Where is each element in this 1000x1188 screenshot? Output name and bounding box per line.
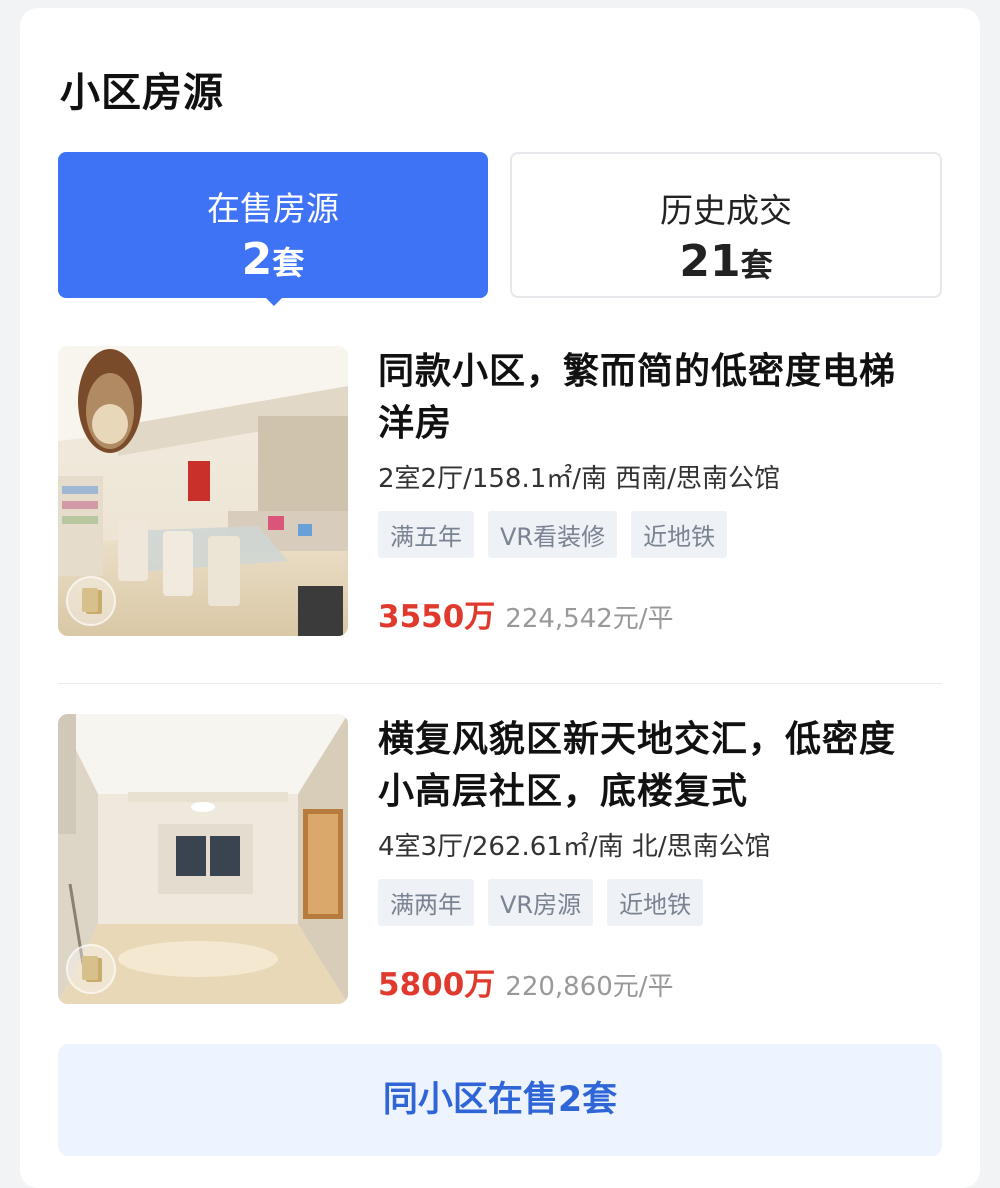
listing-tags: 满五年 VR看装修 近地铁 — [378, 511, 942, 558]
listing-tag: 近地铁 — [631, 511, 728, 558]
vr-badge-icon — [66, 944, 116, 994]
listing-price: 5800万 220,860元/平 — [378, 959, 674, 1004]
listing-photo[interactable] — [58, 346, 348, 636]
listing-info: 横复风貌区新天地交汇，低密度 小高层社区，底楼复式 4室3厅/262.61㎡/南… — [378, 714, 942, 1004]
vr-badge-icon — [66, 576, 116, 626]
divider — [58, 683, 942, 684]
listing-meta: 2室2厅/158.1㎡/南 西南/思南公馆 — [378, 464, 781, 494]
tab-count-number: 21 — [679, 236, 741, 287]
unit-price: 220,860元/平 — [505, 972, 674, 1002]
section-title: 小区房源 — [60, 70, 224, 116]
listing-item[interactable]: 同款小区，繁而简的低密度电梯 洋房 2室2厅/158.1㎡/南 西南/思南公馆 … — [58, 346, 942, 638]
listing-photo[interactable] — [58, 714, 348, 1004]
tab-count-unit: 套 — [740, 246, 773, 284]
listing-tag: VR房源 — [488, 879, 594, 926]
total-price: 5800万 — [378, 967, 496, 1003]
total-price: 3550万 — [378, 599, 496, 635]
tab-on-sale[interactable]: 在售房源 2套 — [58, 152, 488, 298]
listing-tag: 满两年 — [378, 879, 474, 926]
listing-tags: 满两年 VR房源 近地铁 — [378, 879, 942, 926]
tab-count-number: 2 — [241, 234, 273, 285]
tab-count: 21套 — [512, 236, 940, 287]
listing-title: 同款小区，繁而简的低密度电梯 洋房 — [378, 346, 942, 450]
tab-label: 在售房源 — [207, 189, 339, 228]
listing-title-line: 同款小区，繁而简的低密度电梯 — [378, 351, 897, 392]
tab-history-deals[interactable]: 历史成交 21套 — [510, 152, 942, 298]
listing-item[interactable]: 横复风貌区新天地交汇，低密度 小高层社区，底楼复式 4室3厅/262.61㎡/南… — [58, 714, 942, 1006]
listing-tag: 满五年 — [378, 511, 474, 558]
unit-price: 224,542元/平 — [505, 604, 674, 634]
community-listings-card: 小区房源 在售房源 2套 历史成交 21套 同款小区，繁而简的低密度电梯 洋房 … — [20, 8, 980, 1188]
tab-count-unit: 套 — [272, 244, 305, 282]
listing-title-line: 横复风貌区新天地交汇，低密度 — [378, 719, 897, 760]
active-tab-indicator — [264, 296, 284, 306]
listing-meta: 4室3厅/262.61㎡/南 北/思南公馆 — [378, 832, 771, 862]
listing-tag: VR看装修 — [488, 511, 618, 558]
listing-title: 横复风貌区新天地交汇，低密度 小高层社区，底楼复式 — [378, 714, 942, 818]
view-more-listings-button[interactable]: 同小区在售2套 — [58, 1044, 942, 1156]
tab-count: 2套 — [58, 234, 488, 285]
listing-title-line: 洋房 — [378, 403, 453, 444]
listing-price: 3550万 224,542元/平 — [378, 591, 674, 636]
listing-title-line: 小高层社区，底楼复式 — [378, 771, 749, 812]
listing-tag: 近地铁 — [607, 879, 704, 926]
tab-label: 历史成交 — [660, 191, 792, 230]
listing-info: 同款小区，繁而简的低密度电梯 洋房 2室2厅/158.1㎡/南 西南/思南公馆 … — [378, 346, 942, 636]
